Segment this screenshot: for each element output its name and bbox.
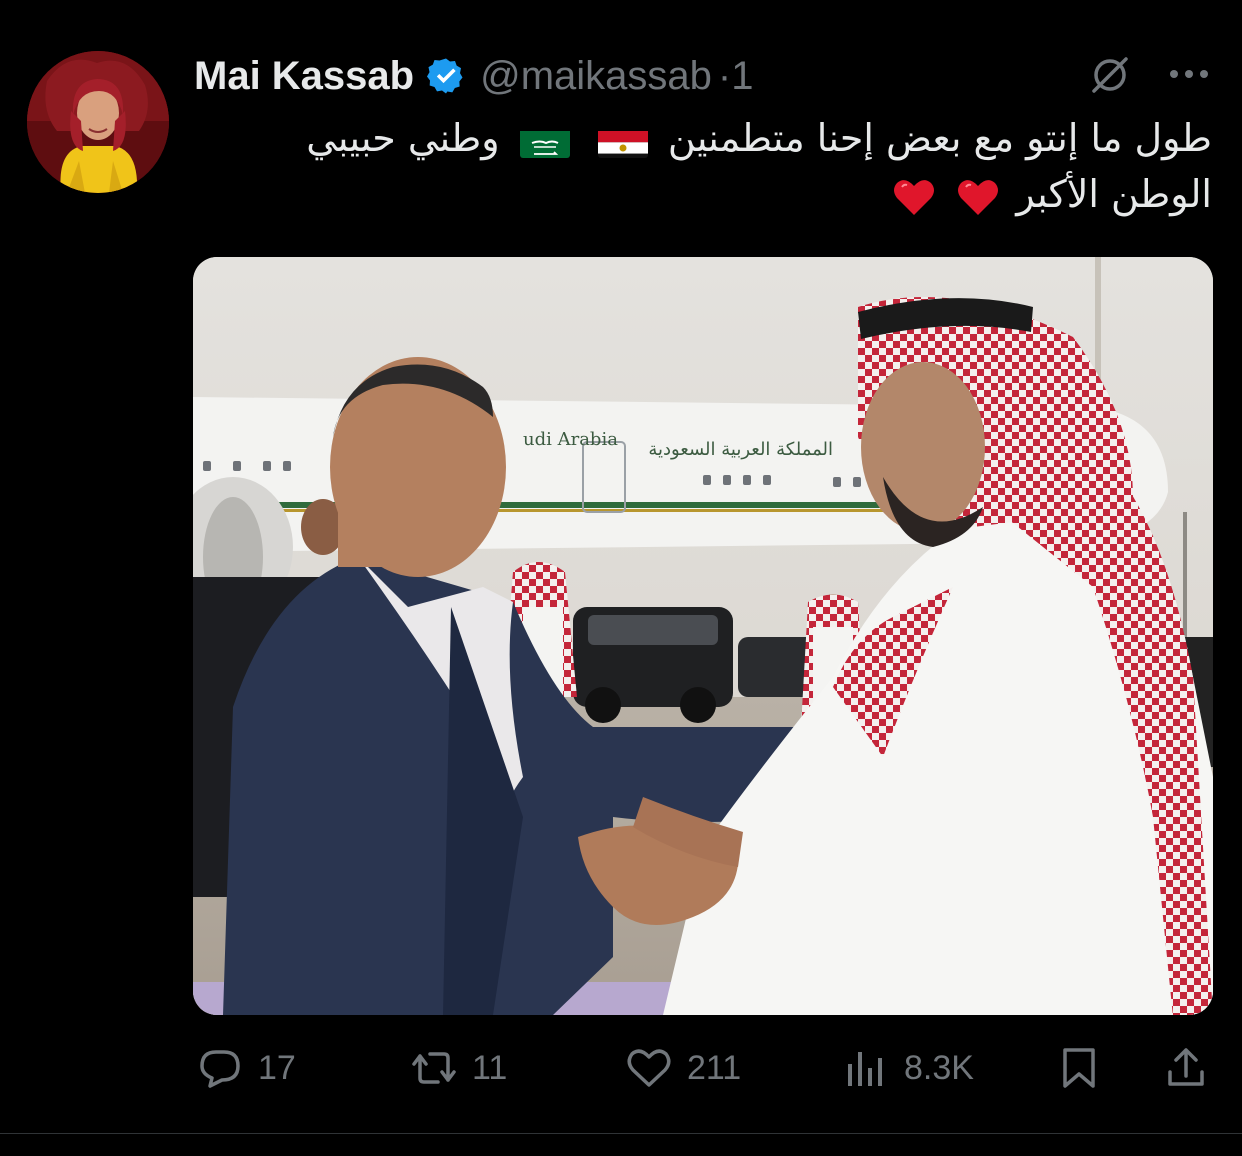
action-bar: 17 11 211 8.3K bbox=[0, 1030, 1242, 1110]
repost-count: 11 bbox=[472, 1048, 508, 1087]
author-handle[interactable]: @maikassab bbox=[480, 54, 712, 99]
more-icon[interactable] bbox=[1166, 62, 1212, 86]
tweet-text: طول ما إنتو مع بعض إحنا متطمنين وطني حبي… bbox=[194, 110, 1212, 222]
avatar[interactable] bbox=[27, 51, 169, 193]
tweet-text-line-2: الوطن الأكبر bbox=[194, 166, 1212, 222]
divider bbox=[0, 1133, 1242, 1134]
avatar-image bbox=[27, 51, 169, 193]
red-heart-emoji bbox=[958, 179, 999, 215]
photo-scene: udi Arabia المملكة العربية السعودية bbox=[193, 257, 1213, 1015]
repost-icon bbox=[412, 1052, 456, 1084]
saudi-flag-icon bbox=[519, 124, 570, 158]
reply-count: 17 bbox=[258, 1048, 296, 1087]
reply-icon bbox=[200, 1050, 240, 1088]
tweet-text-part-3: الوطن الأكبر bbox=[1016, 172, 1212, 216]
egypt-flag-icon bbox=[597, 124, 648, 158]
plane-text-ar: المملكة العربية السعودية bbox=[648, 439, 833, 460]
tweet-text-part-2: وطني حبيبي bbox=[306, 116, 500, 160]
tweet[interactable]: Mai Kassab @maikassab · 1 طول ما إنتو مع… bbox=[0, 0, 1242, 1156]
heart-icon bbox=[627, 1049, 671, 1087]
share-button[interactable] bbox=[1162, 1044, 1210, 1092]
tweet-text-line-1: طول ما إنتو مع بعض إحنا متطمنين وطني حبي… bbox=[194, 110, 1212, 166]
grok-icon[interactable] bbox=[1088, 55, 1132, 95]
tweet-header: Mai Kassab @maikassab · 1 bbox=[194, 46, 753, 106]
red-heart-emoji bbox=[894, 179, 935, 215]
plane-text-en: udi Arabia bbox=[523, 429, 618, 450]
bookmark-button[interactable] bbox=[1055, 1044, 1103, 1092]
bookmark-icon bbox=[1063, 1048, 1095, 1088]
like-button[interactable]: 211 bbox=[625, 1044, 741, 1092]
repost-button[interactable]: 11 bbox=[410, 1044, 507, 1092]
tweet-media-photo[interactable]: udi Arabia المملكة العربية السعودية bbox=[193, 257, 1213, 1015]
separator-dot: · bbox=[717, 53, 732, 98]
reply-button[interactable]: 17 bbox=[196, 1044, 296, 1092]
analytics-icon bbox=[848, 1052, 882, 1086]
verified-badge-icon[interactable] bbox=[426, 56, 466, 96]
views-count: 8.3K bbox=[904, 1048, 974, 1087]
author-name[interactable]: Mai Kassab bbox=[194, 54, 414, 99]
views-button[interactable]: 8.3K bbox=[842, 1044, 974, 1092]
timestamp-fragment[interactable]: 1 bbox=[731, 54, 753, 99]
share-icon bbox=[1168, 1048, 1204, 1086]
tweet-text-part-1: طول ما إنتو مع بعض إحنا متطمنين bbox=[667, 116, 1212, 160]
like-count: 211 bbox=[687, 1048, 742, 1087]
